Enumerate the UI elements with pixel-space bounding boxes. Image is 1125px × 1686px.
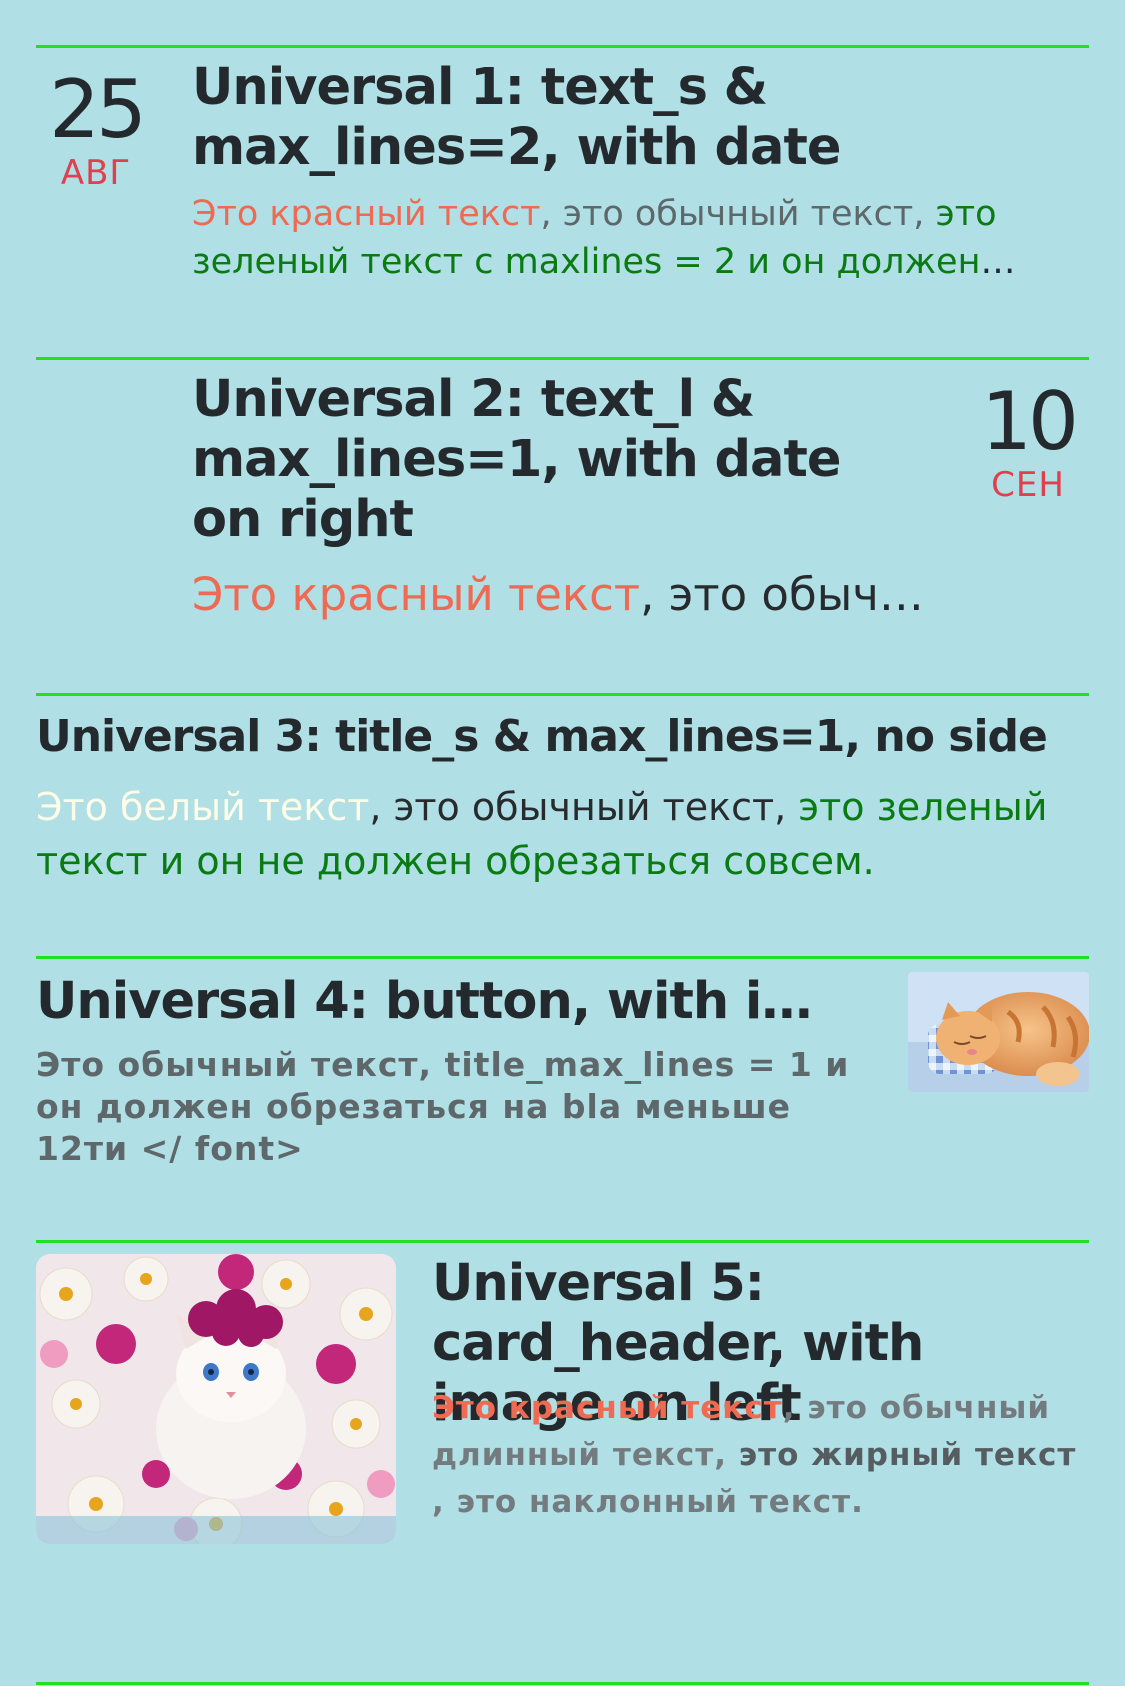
normal-text: , это обычный текст, <box>369 785 799 829</box>
divider-top <box>36 45 1089 48</box>
item-text-1: Это красный текст, это обычный текст, эт… <box>192 190 1084 286</box>
item-title-2: Universal 2: text_l & max_lines=1, with … <box>192 370 841 549</box>
date-month: АВГ <box>60 153 132 193</box>
date-month: СЕН <box>991 465 1065 505</box>
divider <box>36 1240 1089 1243</box>
item-title-3: Universal 3: title_s & max_lines=1, no s… <box>36 711 1048 762</box>
white-text: Это белый текст <box>36 785 370 829</box>
item-text-2: Это красный текст, это обычны... <box>192 565 932 625</box>
normal-text: , это обычны... <box>640 568 932 621</box>
red-text: Это красный текст <box>192 194 541 234</box>
white-kitten-image <box>36 1254 396 1544</box>
item-title-1: Universal 1: text_s & max_lines=2, with … <box>192 58 841 177</box>
item-title-4: Universal 4: button, with image... <box>36 972 856 1031</box>
red-text: Это красный текст <box>192 568 641 621</box>
red-text: Это красный текст <box>432 1390 783 1426</box>
divider <box>36 956 1089 959</box>
sleeping-kitten-image <box>908 972 1089 1092</box>
date-day: 25 <box>49 63 147 156</box>
item-text-4: Это обычный текст, title_max_lines = 1 и… <box>36 1045 850 1168</box>
item-text-3: Это белый текст, это обычный текст, это … <box>36 780 1056 888</box>
divider <box>36 357 1089 360</box>
date-badge-2: 10 СЕН <box>968 375 1088 505</box>
italic-text: , это наклонный текст. <box>432 1484 864 1520</box>
date-badge-1: 25 АВГ <box>36 63 156 193</box>
bold-text: это жирный текст <box>738 1437 1077 1473</box>
divider <box>36 693 1089 696</box>
normal-text: , это обычный текст, <box>540 194 936 234</box>
date-day: 10 <box>981 375 1079 468</box>
divider-bottom <box>36 1682 1089 1685</box>
item-text-5: Это красный текст, это обычный длинный т… <box>432 1385 1082 1526</box>
